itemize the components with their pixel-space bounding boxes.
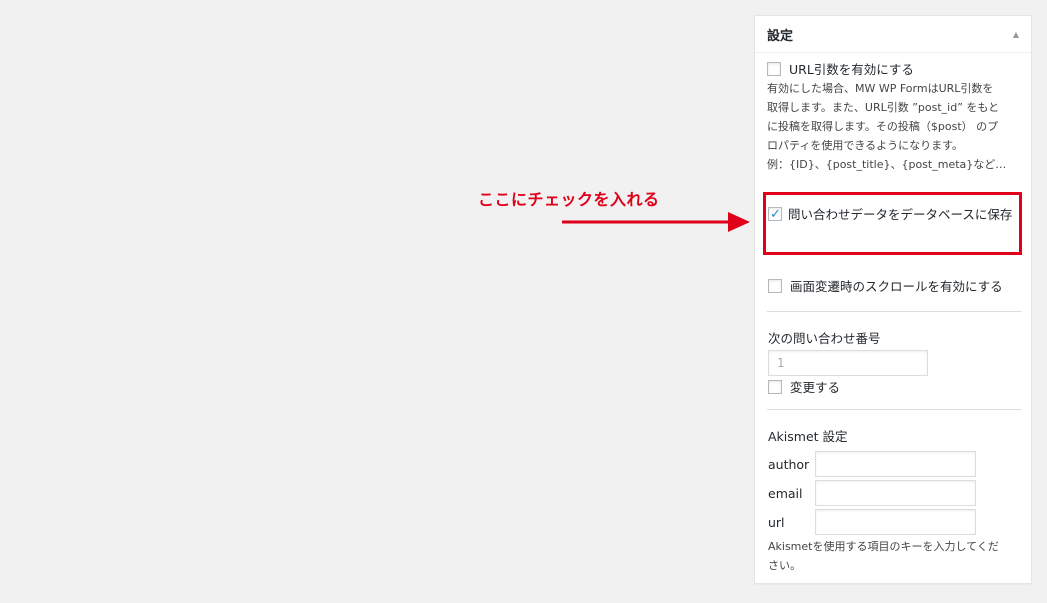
akismet-email-input[interactable] bbox=[815, 480, 976, 506]
inquiry-number-section: 次の問い合わせ番号 1 変更する bbox=[768, 328, 928, 397]
akismet-author-input[interactable] bbox=[815, 451, 976, 477]
triangle-up-icon[interactable]: ▲ bbox=[1013, 30, 1019, 39]
url-params-option[interactable]: URL引数を有効にする bbox=[767, 60, 1019, 79]
note-line: Akismetを使用する項目のキーを入力してくだ bbox=[768, 540, 999, 553]
url-params-checkbox[interactable] bbox=[767, 62, 781, 76]
save-db-checkbox[interactable] bbox=[768, 205, 782, 225]
settings-panel: 設定 ▲ URL引数を有効にする 有効にした場合、MW WP FormはURL引… bbox=[754, 15, 1032, 584]
url-params-description: 有効にした場合、MW WP FormはURL引数を 取得します。また、URL引数… bbox=[767, 79, 1019, 174]
akismet-url-input[interactable] bbox=[815, 509, 976, 535]
description-line: ロパティを使用できるようになります。 bbox=[767, 139, 964, 152]
inquiry-number-input[interactable]: 1 bbox=[768, 350, 928, 376]
change-number-option[interactable]: 変更する bbox=[768, 378, 928, 397]
annotation-label: ここにチェックを入れる bbox=[478, 190, 660, 209]
save-db-option[interactable]: 問い合わせデータをデータベースに保存 bbox=[768, 205, 1018, 225]
change-number-checkbox[interactable] bbox=[768, 380, 782, 394]
description-line: に投稿を取得します。その投稿（$post） のプ bbox=[767, 120, 999, 133]
scroll-checkbox[interactable] bbox=[768, 279, 782, 293]
annotation-arrow-icon bbox=[562, 212, 750, 232]
scroll-label: 画面変遷時のスクロールを有効にする bbox=[790, 279, 1003, 294]
divider bbox=[767, 409, 1021, 410]
akismet-email-label: email bbox=[768, 485, 803, 501]
panel-header[interactable]: 設定 ▲ bbox=[755, 16, 1031, 53]
divider bbox=[767, 311, 1021, 312]
save-db-label: 問い合わせデータをデータベースに保存 bbox=[788, 207, 1013, 222]
scroll-option[interactable]: 画面変遷時のスクロールを有効にする bbox=[768, 277, 1003, 296]
akismet-note: Akismetを使用する項目のキーを入力してくだ さい。 bbox=[768, 537, 1022, 575]
inquiry-number-heading: 次の問い合わせ番号 bbox=[768, 331, 881, 346]
change-number-label: 変更する bbox=[790, 380, 841, 395]
akismet-url-row: url bbox=[768, 509, 1022, 535]
panel-title: 設定 bbox=[767, 28, 794, 44]
description-line: 有効にした場合、MW WP FormはURL引数を bbox=[767, 82, 994, 95]
akismet-section: Akismet 設定 author email url Akismetを使用する… bbox=[768, 426, 1022, 575]
description-line: 例：{ID}、{post_title}、{post_meta}など… bbox=[767, 158, 1007, 171]
akismet-author-label: author bbox=[768, 456, 810, 472]
akismet-email-row: email bbox=[768, 480, 1022, 506]
akismet-url-label: url bbox=[768, 514, 785, 530]
note-line: さい。 bbox=[768, 559, 801, 572]
description-line: 取得します。また、URL引数 ”post_id” をもと bbox=[767, 101, 1000, 114]
akismet-heading: Akismet 設定 bbox=[768, 429, 848, 444]
akismet-author-row: author bbox=[768, 451, 1022, 477]
url-params-label: URL引数を有効にする bbox=[789, 62, 914, 77]
